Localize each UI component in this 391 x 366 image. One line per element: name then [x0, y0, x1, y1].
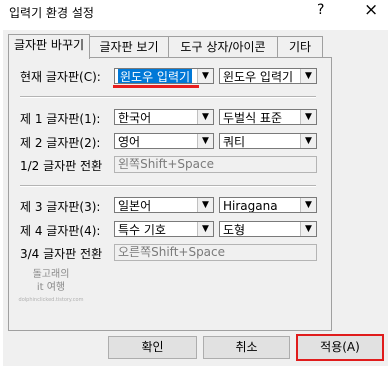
layout4-type-value: 도형 [223, 223, 246, 237]
separator [20, 185, 316, 187]
chevron-down-icon: ▼ [197, 69, 213, 83]
tab-toolbox-icon[interactable]: 도구 상자/아이콘 [168, 36, 278, 57]
layout3-type-select[interactable]: Hiragana ▼ [219, 197, 317, 213]
tab-etc[interactable]: 기타 [277, 36, 323, 57]
chevron-down-icon: ▼ [197, 110, 213, 124]
red-underline-highlight [113, 85, 199, 88]
switch12-field[interactable]: 왼쪽Shift+Space [114, 156, 317, 173]
chevron-down-icon: ▼ [300, 110, 316, 124]
layout4-lang-select[interactable]: 특수 기호 ▼ [114, 221, 214, 237]
apply-button[interactable]: 적용(A) [296, 334, 384, 361]
chevron-down-icon: ▼ [197, 222, 213, 236]
chevron-down-icon: ▼ [197, 134, 213, 148]
layout3-lang-value: 일본어 [118, 199, 152, 213]
switch34-field[interactable]: 오른쪽Shift+Space [114, 244, 317, 261]
cancel-button[interactable]: 취소 [203, 336, 290, 359]
layout1-label: 제 1 글자판(1): [20, 112, 101, 126]
current-layout-select[interactable]: 윈도우 입력기 ▼ [114, 68, 214, 84]
ok-button[interactable]: 확인 [108, 336, 197, 359]
layout2-lang-value: 영어 [118, 135, 141, 149]
chevron-down-icon: ▼ [300, 198, 316, 212]
separator [20, 96, 316, 98]
chevron-down-icon: ▼ [300, 69, 316, 83]
tab-view-layout[interactable]: 글자판 보기 [89, 36, 169, 57]
layout2-type-value: 쿼티 [223, 135, 246, 149]
layout2-lang-select[interactable]: 영어 ▼ [114, 133, 214, 149]
chevron-down-icon: ▼ [300, 222, 316, 236]
layout4-lang-value: 특수 기호 [118, 223, 166, 237]
current-layout-value: 윈도우 입력기 [118, 69, 193, 84]
watermark-logo: 돌고래의 it 여행 dolphinclicked.tistory.com [18, 268, 84, 307]
layout3-type-value: Hiragana [223, 199, 278, 213]
switch12-label: 1/2 글자판 전환 [20, 159, 103, 173]
layout1-type-select[interactable]: 두벌식 표준 ▼ [219, 109, 317, 125]
help-button[interactable]: ? [317, 2, 324, 18]
layout2-type-select[interactable]: 쿼티 ▼ [219, 133, 317, 149]
layout3-label: 제 3 글자판(3): [20, 200, 101, 214]
tab-change-layout[interactable]: 글자판 바꾸기 [8, 34, 90, 59]
layout2-label: 제 2 글자판(2): [20, 136, 101, 150]
layout1-type-value: 두벌식 표준 [223, 111, 283, 125]
close-button[interactable]: × [364, 0, 378, 20]
chevron-down-icon: ▼ [300, 134, 316, 148]
watermark-line3: dolphinclicked.tistory.com [18, 297, 84, 303]
switch34-label: 3/4 글자판 전환 [20, 247, 103, 261]
layout1-lang-select[interactable]: 한국어 ▼ [114, 109, 214, 125]
window-title: 입력기 환경 설정 [9, 6, 94, 20]
layout4-type-select[interactable]: 도형 ▼ [219, 221, 317, 237]
layout4-label: 제 4 글자판(4): [20, 224, 101, 238]
current-layout-value-2: 윈도우 입력기 [223, 70, 294, 84]
layout3-lang-select[interactable]: 일본어 ▼ [114, 197, 214, 213]
current-layout-label: 현재 글자판(C): [20, 70, 101, 84]
layout1-lang-value: 한국어 [118, 111, 152, 125]
current-layout-select-2[interactable]: 윈도우 입력기 ▼ [219, 68, 317, 84]
chevron-down-icon: ▼ [197, 198, 213, 212]
watermark-line2: it 여행 [36, 282, 66, 293]
watermark-line1: 돌고래의 [32, 269, 70, 280]
